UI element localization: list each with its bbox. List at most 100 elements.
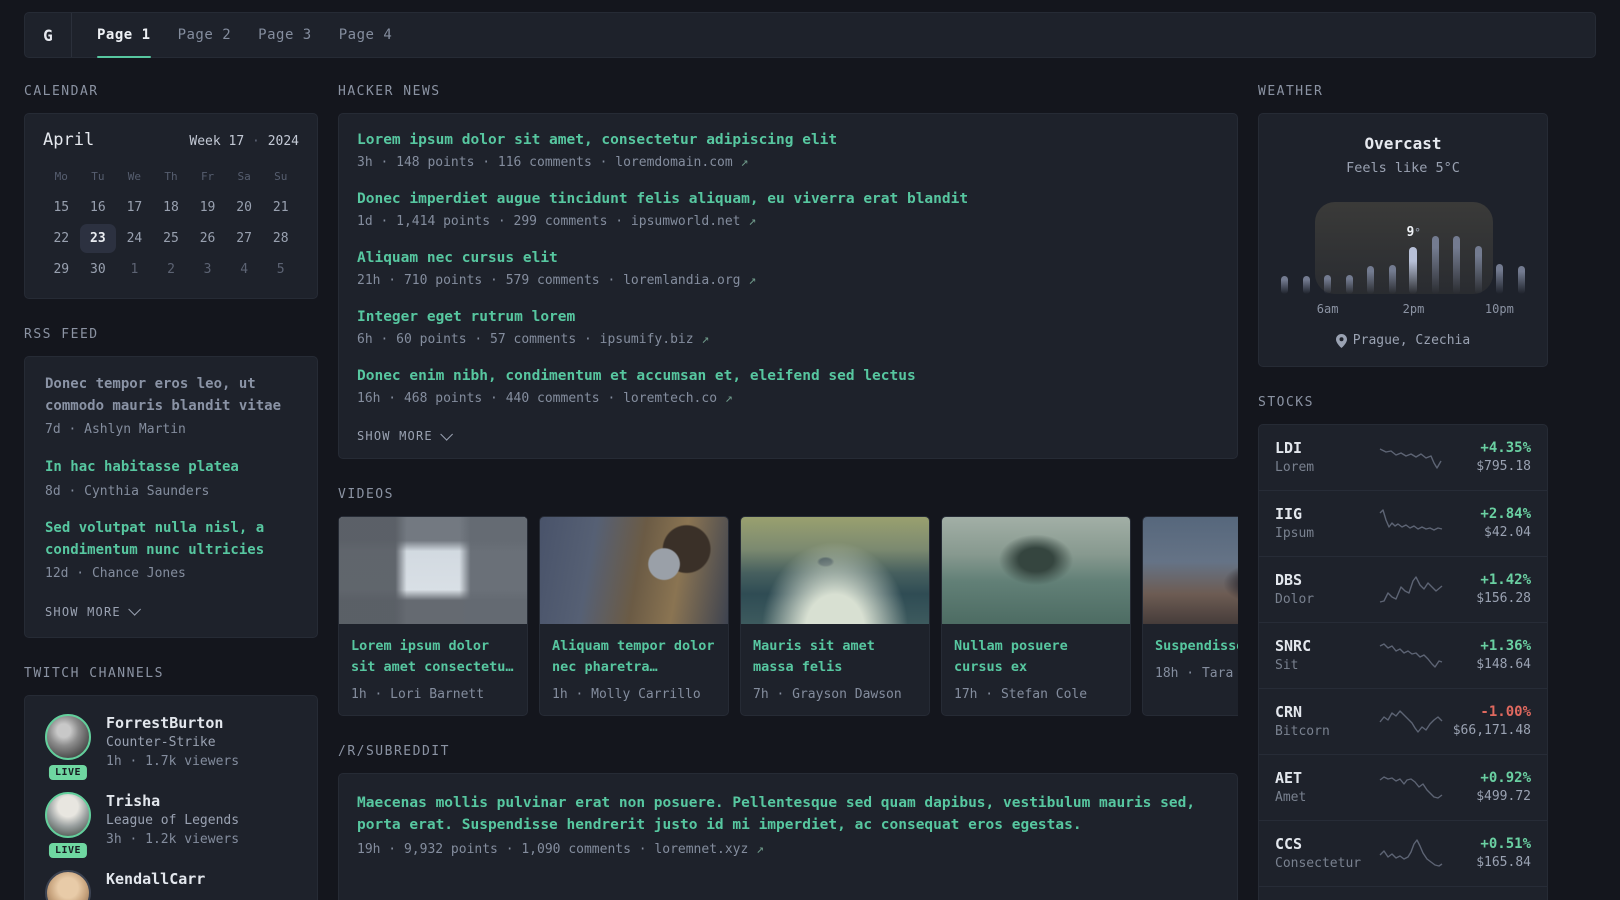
avatar [45, 791, 91, 838]
subreddit-section: /R/SUBREDDIT Maecenas mollis pulvinar er… [338, 744, 1238, 900]
rss-header: RSS FEED [24, 327, 99, 342]
stock-row[interactable]: DBS Dolor +1.42% $156.28 [1259, 556, 1547, 622]
video-title[interactable]: Mauris sit amet massa felis [753, 636, 917, 678]
video-meta: 1h · Lori Barnett [351, 686, 485, 702]
stock-row[interactable]: LDI Lorem +4.35% $795.18 [1259, 425, 1547, 490]
video-meta: 18h · Tara [1155, 666, 1234, 681]
hackernews-item-title[interactable]: Lorem ipsum dolor sit amet, consectetur … [357, 130, 1219, 151]
calendar-day[interactable]: 24 [116, 224, 153, 253]
rss-item-title[interactable]: Donec tempor eros leo, ut commodo mauris… [45, 374, 297, 417]
video-card-body: Lorem ipsum dolor sit amet consectetu… 1h… [339, 624, 527, 715]
app-logo[interactable]: G [25, 13, 72, 57]
weekday-label: We [127, 170, 142, 183]
calendar-day[interactable]: 5 [262, 255, 299, 284]
calendar-day[interactable]: 19 [189, 193, 226, 222]
tab-page-4[interactable]: Page 4 [339, 13, 393, 57]
tab-page-1[interactable]: Page 1 [97, 13, 151, 58]
weather-feels-like: Feels like 5°C [1346, 160, 1460, 176]
calendar-day[interactable]: 27 [226, 224, 263, 253]
calendar-day-selected[interactable]: 23 [79, 224, 117, 253]
calendar-day[interactable]: 17 [116, 193, 153, 222]
twitch-channel-row[interactable]: KendallCarr [45, 869, 297, 900]
calendar-day[interactable]: 18 [153, 193, 190, 222]
video-title[interactable]: Suspendisse diam [1155, 636, 1238, 657]
rss-show-more-button[interactable]: SHOW MORE [45, 603, 141, 619]
calendar-day[interactable]: 30 [80, 255, 117, 284]
twitch-channel-row[interactable]: LIVE Trisha League of Legends 3h · 1.2k vie… [45, 791, 297, 858]
stock-sparkline [1379, 576, 1443, 603]
stock-price: $148.64 [1476, 657, 1531, 672]
stock-row[interactable]: CCS Consectetur +0.51% $165.84 [1259, 820, 1547, 886]
hackernews-item-meta: 3h · 148 points · 116 comments · loremdo… [357, 155, 749, 171]
video-title[interactable]: Nullam posuere cursus ex [954, 636, 1118, 678]
calendar-day[interactable]: 28 [262, 224, 299, 253]
rss-item-title[interactable]: Sed volutpat nulla nisl, a condimentum n… [45, 518, 297, 561]
weather-bar [1388, 265, 1396, 294]
calendar-day[interactable]: 29 [43, 255, 80, 284]
weather-card: Overcast Feels like 5°C 9° 6am 2pm 10pm Pr… [1258, 113, 1548, 367]
video-thumbnail[interactable] [339, 517, 527, 625]
video-title[interactable]: Aliquam tempor dolor nec pharetra… [552, 636, 716, 678]
calendar-day[interactable]: 20 [226, 193, 263, 222]
stock-row[interactable]: CRN Bitcorn -1.00% $66,171.48 [1259, 688, 1547, 754]
stock-change: +4.35% [1480, 440, 1531, 456]
tab-page-3[interactable]: Page 3 [258, 13, 312, 57]
weekday-label: Tu [91, 170, 105, 183]
twitch-header: TWITCH CHANNELS [24, 665, 164, 681]
stock-symbol: CRN [1275, 703, 1303, 721]
calendar-day[interactable]: 3 [189, 255, 226, 284]
weather-location: Prague, Czechia [1352, 333, 1471, 348]
calendar-day[interactable]: 16 [80, 193, 117, 222]
calendar-day[interactable]: 15 [43, 193, 80, 222]
stock-row[interactable]: AET Amet +0.92% $499.72 [1259, 754, 1547, 820]
twitch-channel-name[interactable]: Trisha [106, 792, 239, 812]
stock-row[interactable]: IIG Ipsum +2.84% $42.04 [1259, 490, 1547, 556]
weekday-label: Mo [54, 170, 68, 183]
stock-price: $499.72 [1476, 789, 1531, 804]
video-thumbnail[interactable] [1143, 517, 1238, 625]
stock-name: Dolor [1275, 592, 1315, 607]
hackernews-item-title[interactable]: Aliquam nec cursus elit [357, 248, 1219, 269]
stock-name: Ipsum [1275, 526, 1315, 541]
calendar-day[interactable]: 22 [43, 224, 80, 253]
video-thumbnail[interactable] [942, 517, 1130, 625]
location-pin-icon [1335, 333, 1347, 348]
twitch-channel-name[interactable]: KendallCarr [106, 870, 205, 890]
video-thumbnail[interactable] [741, 517, 929, 625]
hackernews-item-title[interactable]: Donec imperdiet augue tincidunt felis al… [357, 189, 1219, 210]
calendar-day[interactable]: 2 [153, 255, 190, 284]
calendar-day[interactable]: 25 [153, 224, 190, 253]
rss-item: Sed volutpat nulla nisl, a condimentum n… [45, 518, 297, 584]
calendar-day[interactable]: 1 [116, 255, 153, 284]
tab-page-2[interactable]: Page 2 [178, 13, 232, 57]
weekday-label: Fr [200, 170, 215, 183]
avatar-wrapper: LIVE [45, 791, 91, 858]
video-card-body: Mauris sit amet massa felis 7h · Grayson … [741, 624, 929, 715]
twitch-list: LIVE ForrestBurton Counter-Strike 1h · 1.7k… [45, 713, 297, 900]
video-card: Suspendisse diam 18h · Tara [1142, 516, 1238, 716]
stock-row[interactable]: AHS+0.46% [1259, 886, 1547, 900]
stock-name: Lorem [1275, 460, 1315, 475]
stock-row[interactable]: SNRC Sit +1.36% $148.64 [1259, 622, 1547, 688]
video-thumbnail[interactable] [540, 517, 728, 625]
weather-tick-label: 2pm [1402, 302, 1425, 316]
hackernews-item-title[interactable]: Donec enim nibh, condimentum et accumsan… [357, 366, 1219, 387]
calendar-day[interactable]: 26 [189, 224, 226, 253]
twitch-channel-row[interactable]: LIVE ForrestBurton Counter-Strike 1h · 1.7k… [45, 713, 297, 780]
calendar-month: April [43, 130, 95, 150]
hackernews-item-title[interactable]: Integer eget rutrum lorem [357, 307, 1219, 328]
subreddit-post-title[interactable]: Maecenas mollis pulvinar erat non posuer… [357, 792, 1202, 837]
calendar-day[interactable]: 21 [262, 193, 299, 222]
hackernews-item: Lorem ipsum dolor sit amet, consectetur … [357, 130, 1219, 170]
hackernews-show-more-button[interactable]: SHOW MORE [357, 427, 453, 443]
rss-item-title[interactable]: In hac habitasse platea [45, 457, 297, 479]
stock-values-block: +0.51% $165.84 [1476, 836, 1531, 870]
avatar [45, 869, 91, 900]
video-title[interactable]: Lorem ipsum dolor sit amet consectetu… [351, 636, 515, 678]
twitch-channel-name[interactable]: ForrestBurton [106, 714, 239, 734]
video-card: Nullam posuere cursus ex 17h · Stefan Col… [941, 516, 1131, 716]
calendar-day[interactable]: 4 [226, 255, 263, 284]
stock-symbol-block: SNRC Sit [1275, 637, 1371, 673]
stock-values-block: +4.35% $795.18 [1476, 440, 1531, 474]
video-meta: 7h · Grayson Dawson [753, 686, 902, 702]
